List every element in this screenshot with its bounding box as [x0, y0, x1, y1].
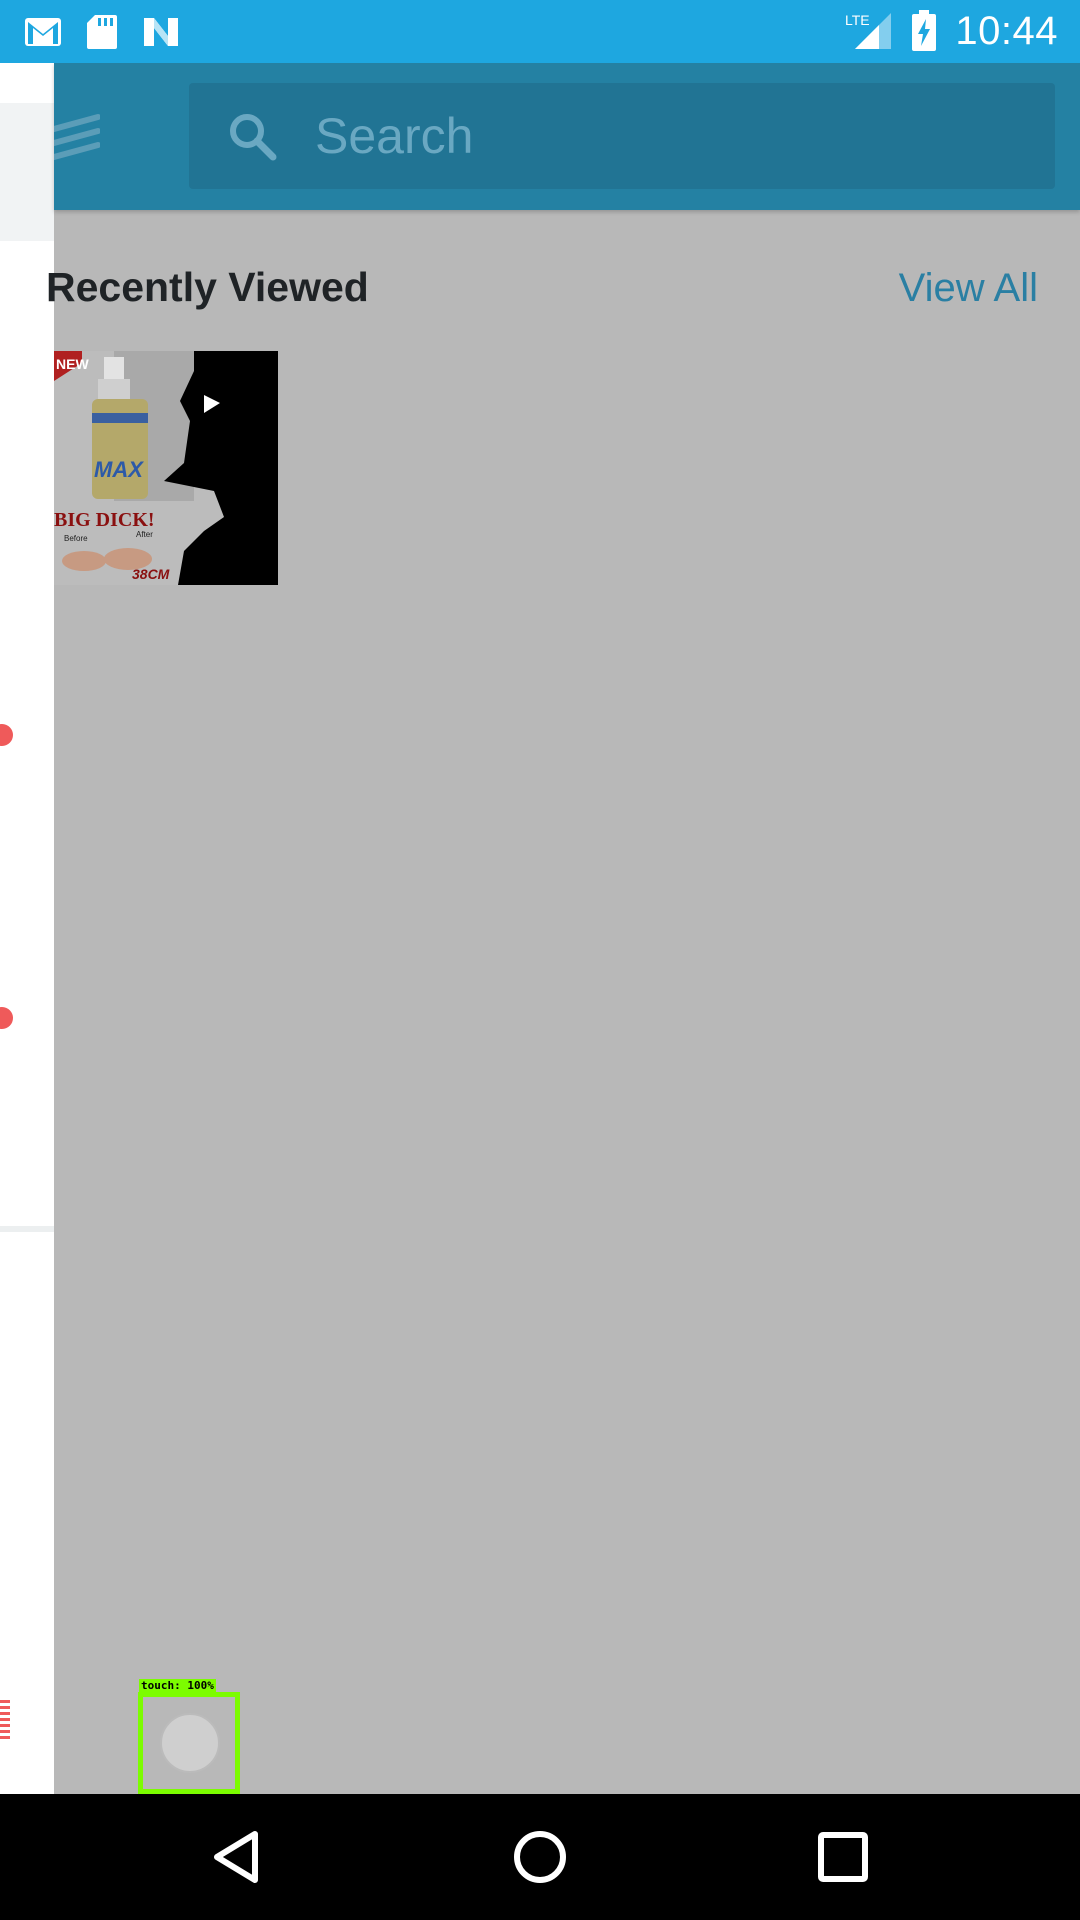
drawer-divider	[0, 1226, 54, 1232]
touch-debug-label: touch: 100%	[139, 1679, 216, 1692]
drawer-flag-icon	[0, 1700, 10, 1742]
search-placeholder: Search	[315, 108, 474, 164]
back-icon[interactable]	[203, 1824, 273, 1890]
clock: 10:44	[955, 8, 1058, 53]
product-thumbnail[interactable]: NEW MAX BIG DICK! Before After 38CM	[54, 351, 278, 585]
home-icon[interactable]	[505, 1824, 575, 1890]
navigation-bar	[0, 1794, 1080, 1920]
app-area: Search Recently Viewed View All NEW MAX …	[0, 63, 1080, 1794]
toolbar: Search	[54, 63, 1080, 210]
bottle-label: MAX	[94, 457, 144, 482]
drawer-badge-dot	[0, 724, 13, 746]
before-label: Before	[64, 534, 88, 543]
sd-card-icon	[87, 15, 117, 49]
drawer-header	[0, 103, 54, 241]
search-icon	[230, 114, 277, 161]
status-bar: LTE 10:44	[0, 0, 1080, 63]
badge-text: NEW	[56, 356, 89, 372]
search-input[interactable]: Search	[189, 83, 1055, 189]
network-label: LTE	[845, 12, 870, 28]
product-image: NEW MAX BIG DICK! Before After 38CM	[54, 351, 278, 585]
recents-icon[interactable]	[808, 1824, 878, 1890]
touch-point	[160, 1713, 220, 1773]
product-headline: BIG DICK!	[54, 509, 155, 531]
system-icons: LTE 10:44	[845, 8, 1058, 54]
menu-icon[interactable]	[54, 113, 100, 163]
notification-icons	[24, 10, 180, 54]
n-icon	[144, 18, 178, 46]
lte-signal-icon: LTE	[845, 12, 892, 49]
navigation-drawer[interactable]	[0, 63, 54, 1794]
gmail-icon	[25, 18, 61, 46]
product-size-label: 38CM	[132, 566, 170, 582]
drawer-badge-dot	[0, 1007, 13, 1029]
main-content[interactable]: Search Recently Viewed View All NEW MAX …	[46, 63, 1080, 1794]
view-all-link[interactable]: View All	[899, 266, 1038, 311]
section-title: Recently Viewed	[46, 264, 369, 310]
battery-charging-icon	[912, 10, 937, 51]
after-label: After	[136, 530, 153, 539]
